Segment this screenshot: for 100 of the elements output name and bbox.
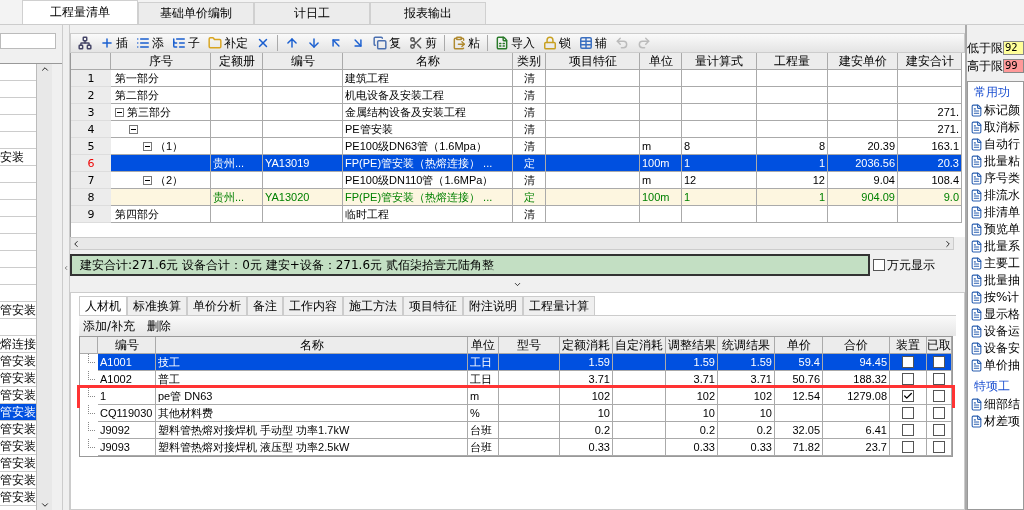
clipboard-icon [452,36,466,50]
checkbox[interactable] [933,390,945,402]
checkbox[interactable] [902,390,914,402]
tab[interactable]: 计日工 [254,2,370,24]
tab[interactable]: 单价分析 [187,296,247,315]
toolbar-button[interactable]: 添 [133,34,167,52]
toolbar-button[interactable]: 补定 [205,34,251,52]
toolbar-button[interactable]: 辅 [576,34,610,52]
list-item[interactable]: 管安装 [0,472,36,489]
list-item[interactable]: 管安装 [0,302,36,319]
document-icon [970,257,983,270]
list-item[interactable]: 管安装 [0,455,36,472]
function-item[interactable]: 取消标 [970,119,1023,136]
table-cell: FP(PE)管安装（热熔连接） ... [343,155,513,172]
tree-label: 第一部分 [115,70,159,86]
list-item[interactable]: 管安装 [0,489,36,506]
collapse-icon[interactable] [63,263,69,272]
checkbox[interactable] [902,407,914,419]
checkbox[interactable] [933,424,945,436]
table-cell: A1001 [98,354,156,371]
function-item[interactable]: 排流水 [970,187,1023,204]
table-cell: 金属结构设备及安装工程 [343,104,513,121]
redo-icon [637,36,651,50]
toolbar-button[interactable]: 子 [169,34,203,52]
collapse-toggle[interactable] [143,141,152,151]
function-item[interactable]: 设备安 [970,340,1023,357]
action-button[interactable]: 删除 [147,317,172,335]
function-item[interactable]: 批量粘 [970,153,1023,170]
checkbox[interactable] [902,424,914,436]
tab[interactable]: 基础单价编制 [138,2,254,24]
checkbox[interactable] [933,373,945,385]
checkbox[interactable]: 万元显示 [873,254,965,276]
checkbox[interactable] [902,373,914,385]
collapse-toggle[interactable] [129,124,138,134]
toolbar-button[interactable]: 导入 [492,34,538,52]
function-item[interactable]: 材差项 [970,413,1023,430]
collapse-toggle[interactable] [115,107,124,117]
checkbox[interactable] [902,356,914,368]
list-item[interactable]: 管安装 [0,404,36,421]
function-item[interactable]: 主要工 [970,255,1023,272]
table-cell [757,206,828,223]
table-cell: 10 [560,405,613,422]
function-item[interactable]: 预览单 [970,221,1023,238]
tab[interactable]: 施工方法 [343,296,403,315]
tab[interactable]: 工作内容 [283,296,343,315]
section-title: 常用功 [973,84,1011,101]
function-item[interactable]: 批量抽 [970,272,1023,289]
tab[interactable]: 标准换算 [127,296,187,315]
tab[interactable]: 项目特征 [403,296,463,315]
checkbox[interactable] [933,441,945,453]
list-item[interactable]: 管安装 [0,438,36,455]
function-item[interactable]: 自动行 [970,136,1023,153]
function-item[interactable]: 序号类 [970,170,1023,187]
document-icon [970,155,983,168]
search-field[interactable] [0,33,56,49]
function-item[interactable]: 批量系 [970,238,1023,255]
table-cell: 100m [640,189,682,206]
list-item[interactable]: 管安装 [0,370,36,387]
table-cell: 6.41 [823,422,890,439]
list-item[interactable]: 管安装 [0,421,36,438]
limit-field[interactable]: 92 [1003,41,1024,55]
row-number: 8 [71,189,111,206]
tab[interactable]: 工程量清单 [22,0,138,24]
collapse-toggle[interactable] [143,175,152,185]
function-item[interactable]: 单价抽 [970,357,1023,374]
scrollbar[interactable] [70,237,954,250]
scrollbar[interactable] [36,64,52,510]
function-item[interactable]: 标记颜 [970,102,1023,119]
list-item[interactable]: 管安装 [0,387,36,404]
limit-field[interactable]: 99 [1003,59,1024,73]
toolbar-button[interactable]: 粘 [449,34,483,52]
tab[interactable]: 工程量计算 [523,296,595,315]
checkbox[interactable] [933,356,945,368]
list-item[interactable]: 管安装 [0,353,36,370]
checkbox[interactable] [933,407,945,419]
list-item[interactable]: 熔连接 [0,336,36,353]
checkbox[interactable] [902,441,914,453]
tab[interactable]: 备注 [247,296,283,315]
list-item[interactable]: 安装 [0,149,36,166]
function-item[interactable]: 按%计 [970,289,1023,306]
table-cell: 0.33 [718,439,775,456]
function-item[interactable]: 细部结 [970,396,1023,413]
toolbar-button[interactable]: 锁 [540,34,574,52]
tree-label: 第三部分 [127,104,171,120]
function-item[interactable]: 显示格 [970,306,1023,323]
column-header: 合价 [823,337,890,354]
tab[interactable]: 附注说明 [463,296,523,315]
function-item[interactable]: 设备运 [970,323,1023,340]
document-icon [970,291,983,304]
document-icon [970,240,983,253]
toolbar-button[interactable] [75,34,95,52]
tab[interactable]: 人材机 [79,296,127,315]
toolbar-button[interactable]: 插 [97,34,131,52]
table-cell [828,206,898,223]
table-cell: FP(PE)管安装（热熔连接） ... [343,189,513,206]
action-button[interactable]: 添加/补充 [83,317,136,335]
toolbar-button[interactable]: 复 [370,34,404,52]
function-item[interactable]: 排清单 [970,204,1023,221]
toolbar-button[interactable]: 剪 [406,34,440,52]
tab[interactable]: 报表输出 [370,2,486,24]
